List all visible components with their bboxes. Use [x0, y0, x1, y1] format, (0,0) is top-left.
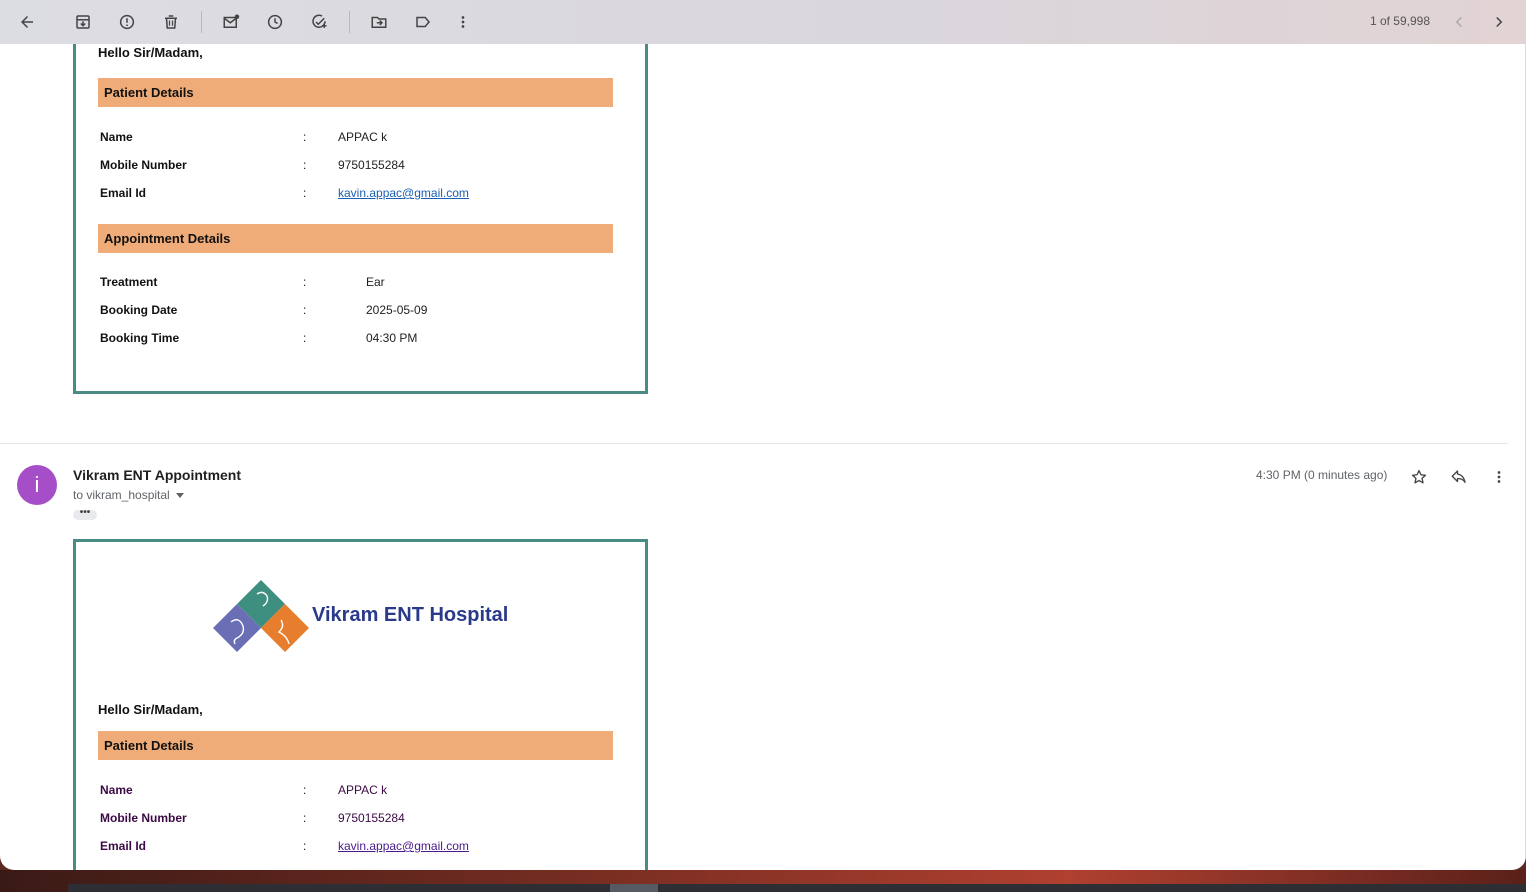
logo-mark-icon	[213, 580, 309, 652]
recipient-text: to vikram_hospital	[73, 488, 170, 502]
conversation-thread[interactable]: Hello Sir/Madam, Patient Details Name : …	[0, 44, 1526, 870]
row-colon: :	[303, 275, 307, 289]
row-value: 04:30 PM	[366, 331, 418, 345]
report-spam-icon[interactable]	[113, 8, 141, 36]
row-colon: :	[303, 839, 307, 853]
pager-count: 1 of 59,998	[1369, 14, 1430, 28]
row-value: 2025-05-09	[366, 303, 428, 317]
delete-icon[interactable]	[157, 8, 185, 36]
detail-row: Name : APPAC k	[100, 130, 620, 146]
message-toolbar: 1 of 59,998	[0, 0, 1526, 44]
desktop-background	[0, 870, 1526, 892]
appointment-details-heading: Appointment Details	[98, 224, 613, 253]
row-label: Email Id	[100, 839, 147, 853]
row-value: 9750155284	[338, 158, 405, 172]
toolbar-divider	[201, 11, 202, 33]
star-icon[interactable]	[1407, 465, 1431, 489]
email-link[interactable]: kavin.appac@gmail.com	[338, 839, 469, 853]
row-label: Booking Date	[100, 303, 178, 317]
move-to-icon[interactable]	[365, 8, 393, 36]
greeting-text: Hello Sir/Madam,	[98, 45, 203, 60]
row-value: APPAC k	[338, 130, 388, 144]
row-colon: :	[303, 303, 307, 317]
detail-row: Mobile Number : 9750155284	[100, 811, 620, 827]
logo-text: Vikram ENT Hospital	[312, 604, 509, 626]
message-divider	[0, 443, 1508, 444]
reply-icon[interactable]	[1447, 465, 1471, 489]
patient-details-heading: Patient Details	[98, 731, 613, 760]
row-value: Ear	[366, 275, 385, 289]
row-colon: :	[303, 130, 307, 144]
avatar[interactable]: i	[17, 465, 57, 505]
row-label: Email Id	[100, 186, 147, 200]
recipient-line[interactable]: to vikram_hospital	[73, 488, 184, 502]
row-label: Mobile Number	[100, 158, 187, 172]
add-task-icon[interactable]	[305, 8, 333, 36]
email-link[interactable]: kavin.appac@gmail.com	[338, 186, 469, 200]
row-value: 9750155284	[338, 811, 405, 825]
detail-row: Booking Date : 2025-05-09	[100, 303, 620, 319]
taskbar	[68, 884, 1526, 892]
row-colon: :	[303, 186, 307, 200]
row-colon: :	[303, 158, 307, 172]
row-label: Name	[100, 130, 133, 144]
chevron-left-icon[interactable]	[1445, 8, 1473, 36]
row-label: Mobile Number	[100, 811, 187, 825]
detail-row: Mobile Number : 9750155284	[100, 158, 620, 174]
row-colon: :	[303, 331, 307, 345]
hospital-logo: Vikram ENT Hospital	[211, 576, 531, 656]
sender-name[interactable]: Vikram ENT Appointment	[73, 467, 241, 483]
archive-icon[interactable]	[69, 8, 97, 36]
snooze-icon[interactable]	[261, 8, 289, 36]
more-vert-icon[interactable]	[1487, 465, 1511, 489]
email-body-card: Hello Sir/Madam, Patient Details Name : …	[73, 44, 648, 394]
row-label: Booking Time	[100, 331, 180, 345]
mark-unread-icon[interactable]	[217, 8, 245, 36]
greeting-text: Hello Sir/Madam,	[98, 702, 203, 717]
detail-row: Treatment : Ear	[100, 275, 620, 291]
detail-row: Email Id : kavin.appac@gmail.com	[100, 186, 620, 202]
row-colon: :	[303, 811, 307, 825]
detail-row: Booking Time : 04:30 PM	[100, 331, 620, 347]
email-window: 1 of 59,998 Hello Sir/Madam, Patient Det…	[0, 0, 1526, 870]
back-arrow-icon[interactable]	[13, 8, 41, 36]
chevron-down-icon[interactable]	[175, 493, 184, 499]
toolbar-divider	[349, 11, 350, 33]
taskbar-highlight	[610, 884, 658, 892]
message-timestamp: 4:30 PM (0 minutes ago)	[1256, 468, 1388, 482]
chevron-right-icon[interactable]	[1485, 8, 1513, 36]
more-vert-icon[interactable]	[449, 8, 477, 36]
detail-row: Name : APPAC k	[100, 783, 620, 799]
label-icon[interactable]	[409, 8, 437, 36]
row-label: Name	[100, 783, 133, 797]
row-colon: :	[303, 783, 307, 797]
patient-details-heading: Patient Details	[98, 78, 613, 107]
row-value: APPAC k	[338, 783, 388, 797]
row-label: Treatment	[100, 275, 158, 289]
email-body-card: Vikram ENT Hospital Hello Sir/Madam, Pat…	[73, 539, 648, 870]
show-trimmed-content-button[interactable]: •••	[73, 508, 97, 520]
detail-row: Email Id : kavin.appac@gmail.com	[100, 839, 620, 855]
